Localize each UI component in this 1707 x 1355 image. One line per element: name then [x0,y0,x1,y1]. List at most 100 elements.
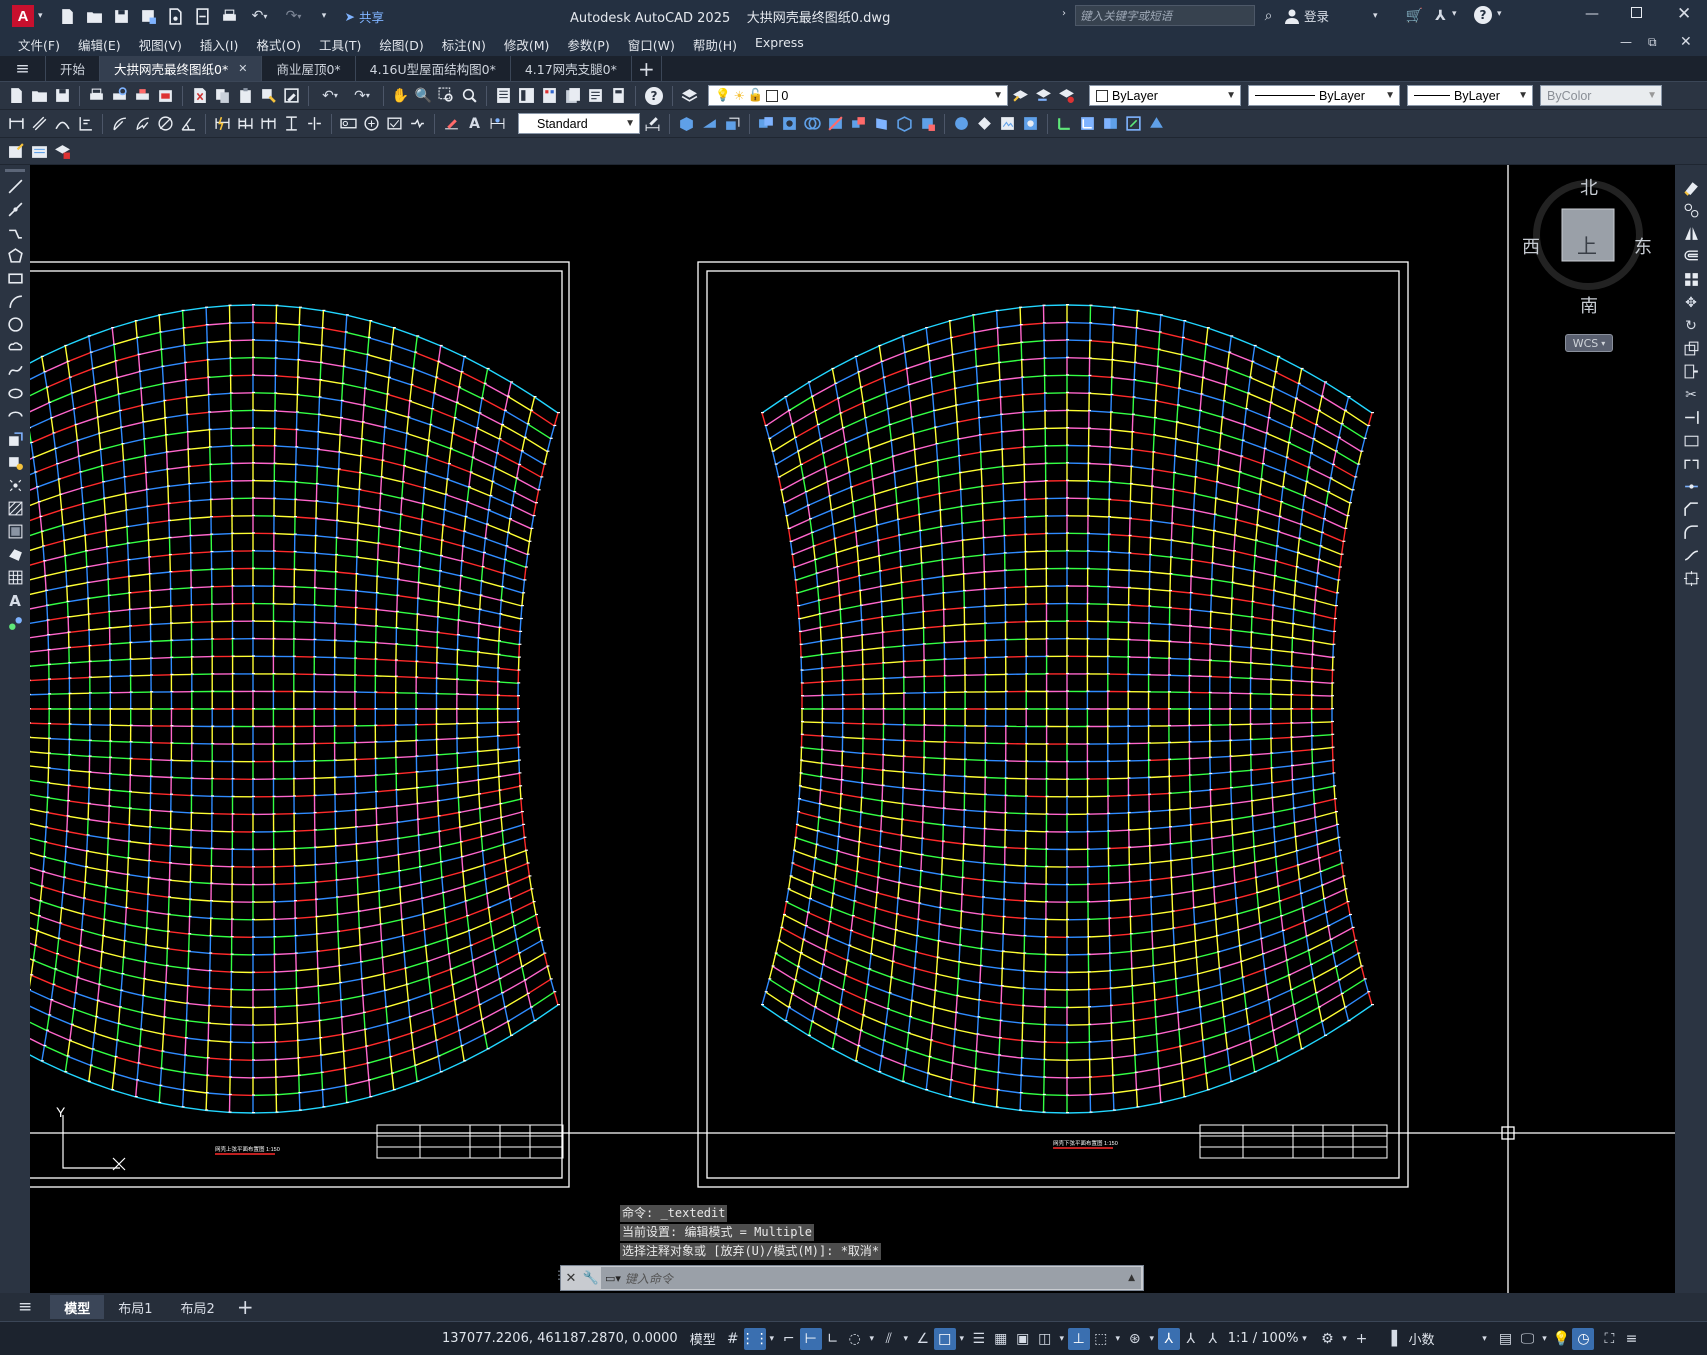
dynamic-input-icon[interactable]: ⊢ [799,1327,822,1350]
mirror-icon[interactable] [1681,223,1702,244]
layout-tab[interactable]: 布局2 [167,1298,229,1317]
zoom-realtime-icon[interactable]: 🔍 [413,85,434,106]
lock-dropdown-icon[interactable]: ▾ [1538,1328,1550,1350]
scale-icon[interactable] [1681,338,1702,359]
radius-dimension-icon[interactable] [109,113,130,134]
isolate-objects-icon[interactable]: 💡 [1550,1328,1572,1350]
union-icon[interactable] [756,113,777,134]
cursor-coordinates[interactable]: 137077.2206, 461187.2870, 0.0000 [442,1331,678,1346]
menu-item[interactable]: 格式(O) [247,35,310,54]
ucs-world-icon[interactable] [1077,113,1098,134]
toolbar-grip[interactable] [5,169,25,172]
break-icon[interactable] [1681,453,1702,474]
tab-close-icon[interactable]: ✕ [238,62,247,75]
model-space-toggle[interactable]: 模型 [690,1329,716,1348]
plot-icon[interactable] [219,6,240,27]
layout-tab[interactable]: 模型 [50,1295,105,1319]
command-expand-icon[interactable]: ▲ [1128,1273,1141,1283]
zoom-window-icon[interactable] [436,85,457,106]
extend-icon[interactable] [1681,407,1702,428]
login-dropdown-icon[interactable]: ▾ [1373,11,1378,21]
object-snap-tracking-icon[interactable]: ∠ [912,1328,934,1350]
aligned-dimension-icon[interactable] [29,113,50,134]
slice-icon[interactable] [825,113,846,134]
design-center-icon[interactable] [516,85,537,106]
add-layout-button[interactable]: + [237,1295,254,1319]
right-shell-grid[interactable] [761,304,1374,1114]
doc-close-icon[interactable]: ✕ [1680,34,1692,50]
jogged-linear-icon[interactable] [407,113,428,134]
menu-item[interactable]: 参数(P) [558,35,618,54]
lineweight-dropdown[interactable]: ByLayer ▼ [1407,85,1533,106]
solid-edit-icon[interactable] [917,113,938,134]
save-toolbar-icon[interactable] [52,85,73,106]
transparency-icon[interactable]: ▦ [990,1328,1012,1350]
lineweight-display-icon[interactable]: ☰ [968,1328,990,1350]
circle-icon[interactable] [5,314,26,335]
compass-south[interactable]: 南 [1580,292,1598,318]
layer-walk-icon[interactable] [6,141,27,162]
paste-icon[interactable] [235,85,256,106]
copy-icon[interactable] [212,85,233,106]
units-value[interactable]: 小数 [1408,1329,1478,1348]
save-icon[interactable] [111,6,132,27]
wedge-icon[interactable] [699,113,720,134]
rectangle-icon[interactable] [5,268,26,289]
tool-palettes-icon[interactable] [539,85,560,106]
array-icon[interactable] [1681,269,1702,290]
command-input[interactable]: ▭▾ 键入命令 ▲ [601,1267,1141,1289]
angular-dimension-icon[interactable] [178,113,199,134]
new-tab-button[interactable]: + [632,56,662,81]
materials-icon[interactable] [1020,113,1041,134]
match-properties-icon[interactable] [258,85,279,106]
app-logo[interactable]: A [12,5,34,27]
units-icon[interactable]: ▐ [1380,1328,1402,1350]
rotate-icon[interactable]: ↻ [1681,315,1702,336]
diameter-dimension-icon[interactable] [155,113,176,134]
graphics-performance-icon[interactable]: ◷ [1572,1327,1595,1350]
help-toolbar-icon[interactable]: ? [645,86,663,105]
menu-item[interactable]: 绘图(D) [370,35,432,54]
document-tab[interactable]: 4.16U型屋面结构图0* [356,56,511,81]
layer-state-icon[interactable] [1056,85,1077,106]
app-menu-arrow-icon[interactable]: ▾ [38,11,43,21]
menu-item[interactable]: 工具(T) [310,35,370,54]
jogged-dimension-icon[interactable] [132,113,153,134]
menu-item[interactable]: 视图(V) [130,35,191,54]
offset-icon[interactable] [1681,246,1702,267]
dimension-break-icon[interactable] [304,113,325,134]
3d-snap-dropdown-icon[interactable]: ▾ [1056,1328,1068,1350]
print-icon[interactable] [86,85,107,106]
workspace-switch-icon[interactable]: ⚙ [1316,1328,1338,1350]
baseline-dimension-icon[interactable] [235,113,256,134]
tab-menu-icon[interactable]: ≡ [0,56,46,81]
box-icon[interactable] [676,113,697,134]
save-as-icon[interactable] [138,6,159,27]
multiline-text-icon[interactable]: A [5,590,26,611]
subtract-icon[interactable] [779,113,800,134]
close-icon[interactable]: ✕ [1677,4,1691,24]
ellipse-icon[interactable] [5,383,26,404]
polar-tracking-icon[interactable]: ◌ [844,1328,866,1350]
customize-qat-icon[interactable]: ▾ [314,6,335,27]
export-icon[interactable] [192,6,213,27]
selection-filter-icon[interactable]: ⬚ [1090,1328,1112,1350]
quick-dimension-icon[interactable] [212,113,233,134]
annotation-scale-icon[interactable]: ⅄ [1202,1328,1224,1350]
dimension-style-manager-icon[interactable] [642,113,663,134]
account-dropdown-icon[interactable]: ▾ [1452,9,1457,19]
help-icon[interactable]: ? [1474,6,1492,24]
dimension-space-icon[interactable] [281,113,302,134]
visual-style-icon[interactable] [951,113,972,134]
redo-icon[interactable]: ↷ ▾ [280,6,308,27]
zoom-previous-icon[interactable] [459,85,480,106]
infer-constraints-icon[interactable]: ⌐ [778,1328,800,1350]
center-mark-icon[interactable] [361,113,382,134]
object-snap-dropdown-icon[interactable]: ▾ [956,1328,968,1350]
region-icon[interactable] [5,544,26,565]
markup-icon[interactable] [585,85,606,106]
copy-object-icon[interactable] [1681,200,1702,221]
ucs-icon[interactable] [1054,113,1075,134]
calculator-icon[interactable] [608,85,629,106]
hatch-icon[interactable] [5,498,26,519]
